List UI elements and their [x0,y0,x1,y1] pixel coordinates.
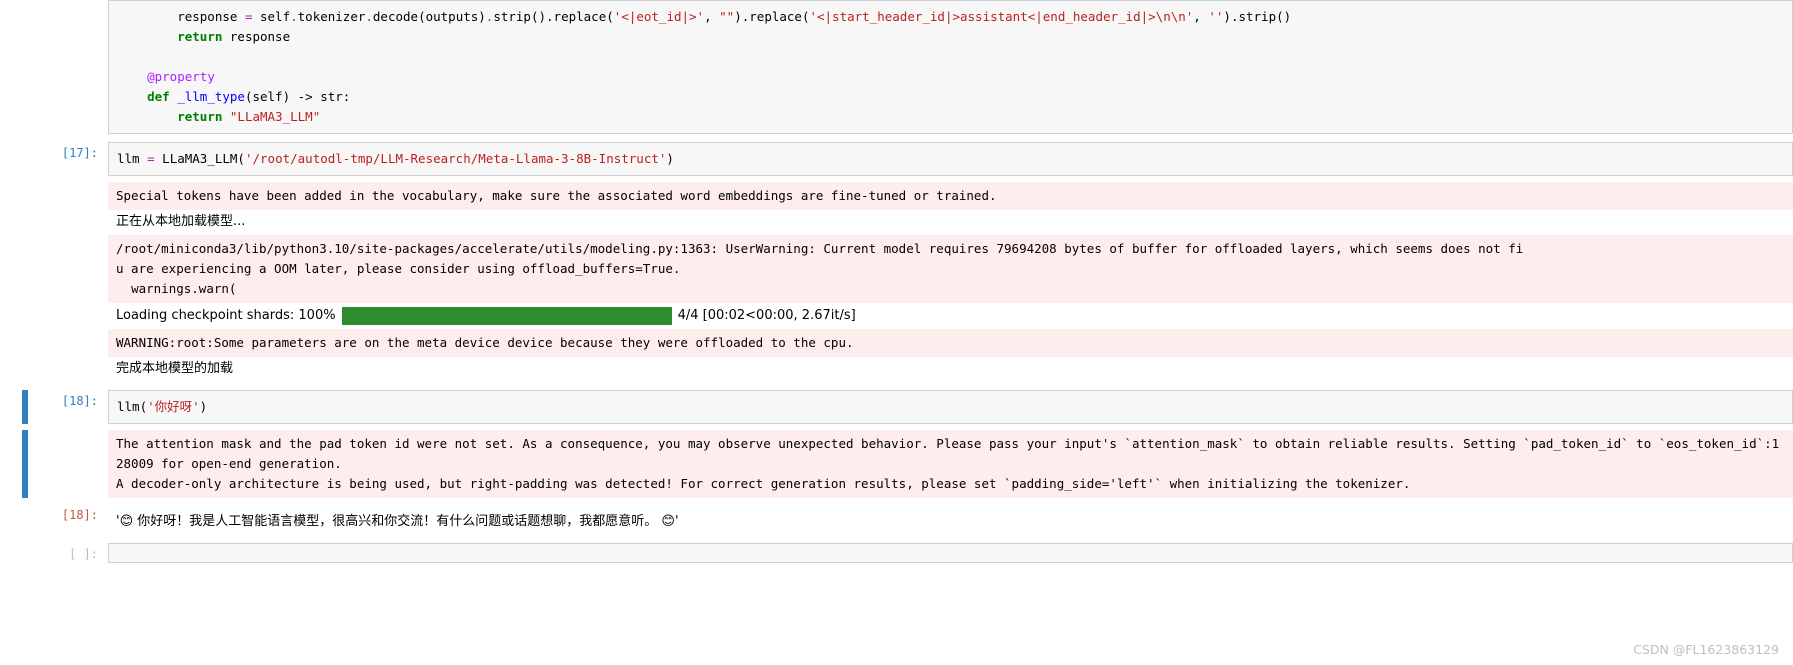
progress-bar [342,307,672,325]
code-cell-17: [17]: llm = LLaMA3_LLM('/root/autodl-tmp… [22,142,1793,176]
output-cell-18-result: [18]: '😊 你好呀！我是人工智能语言模型，很高兴和你交流！有什么问题或话题… [22,504,1793,535]
input-prompt-empty: [ ]: [28,543,108,563]
stdout: 正在从本地加载模型... [108,210,1793,235]
code-cell-empty: [ ]: [22,543,1793,563]
stdout: 完成本地模型的加载 [108,357,1793,382]
prompt-empty [28,0,108,134]
code-cell-18: [18]: llm('你好呀') [22,390,1793,424]
code-area[interactable]: llm = LLaMA3_LLM('/root/autodl-tmp/LLM-R… [108,142,1793,176]
watermark: CSDN @FL1623863129 [1633,642,1779,657]
output-prompt-empty [28,182,108,382]
output-prompt: [18]: [28,504,108,535]
input-prompt: [18]: [28,390,108,424]
stderr: Special tokens have been added in the vo… [108,182,1793,210]
stderr: /root/miniconda3/lib/python3.10/site-pac… [108,235,1793,303]
stderr: The attention mask and the pad token id … [108,430,1793,498]
output-cell-18-stderr: The attention mask and the pad token id … [22,430,1793,498]
stderr: WARNING:root:Some parameters are on the … [108,329,1793,357]
progress-label: Loading checkpoint shards: 100% [116,308,336,323]
result-text: '😊 你好呀！我是人工智能语言模型，很高兴和你交流！有什么问题或话题想聊，我都愿… [108,504,1793,535]
output-cell-17: Special tokens have been added in the vo… [22,182,1793,382]
code-area[interactable] [108,543,1793,563]
code-area[interactable]: llm('你好呀') [108,390,1793,424]
output-prompt-empty [28,430,108,498]
progress-suffix: 4/4 [00:02<00:00, 2.67it/s] [678,308,856,323]
code-cell-tail: response = self.tokenizer.decode(outputs… [22,0,1793,134]
code-area[interactable]: response = self.tokenizer.decode(outputs… [108,0,1793,134]
progress-row: Loading checkpoint shards: 100% 4/4 [00:… [108,303,1793,329]
input-prompt: [17]: [28,142,108,176]
